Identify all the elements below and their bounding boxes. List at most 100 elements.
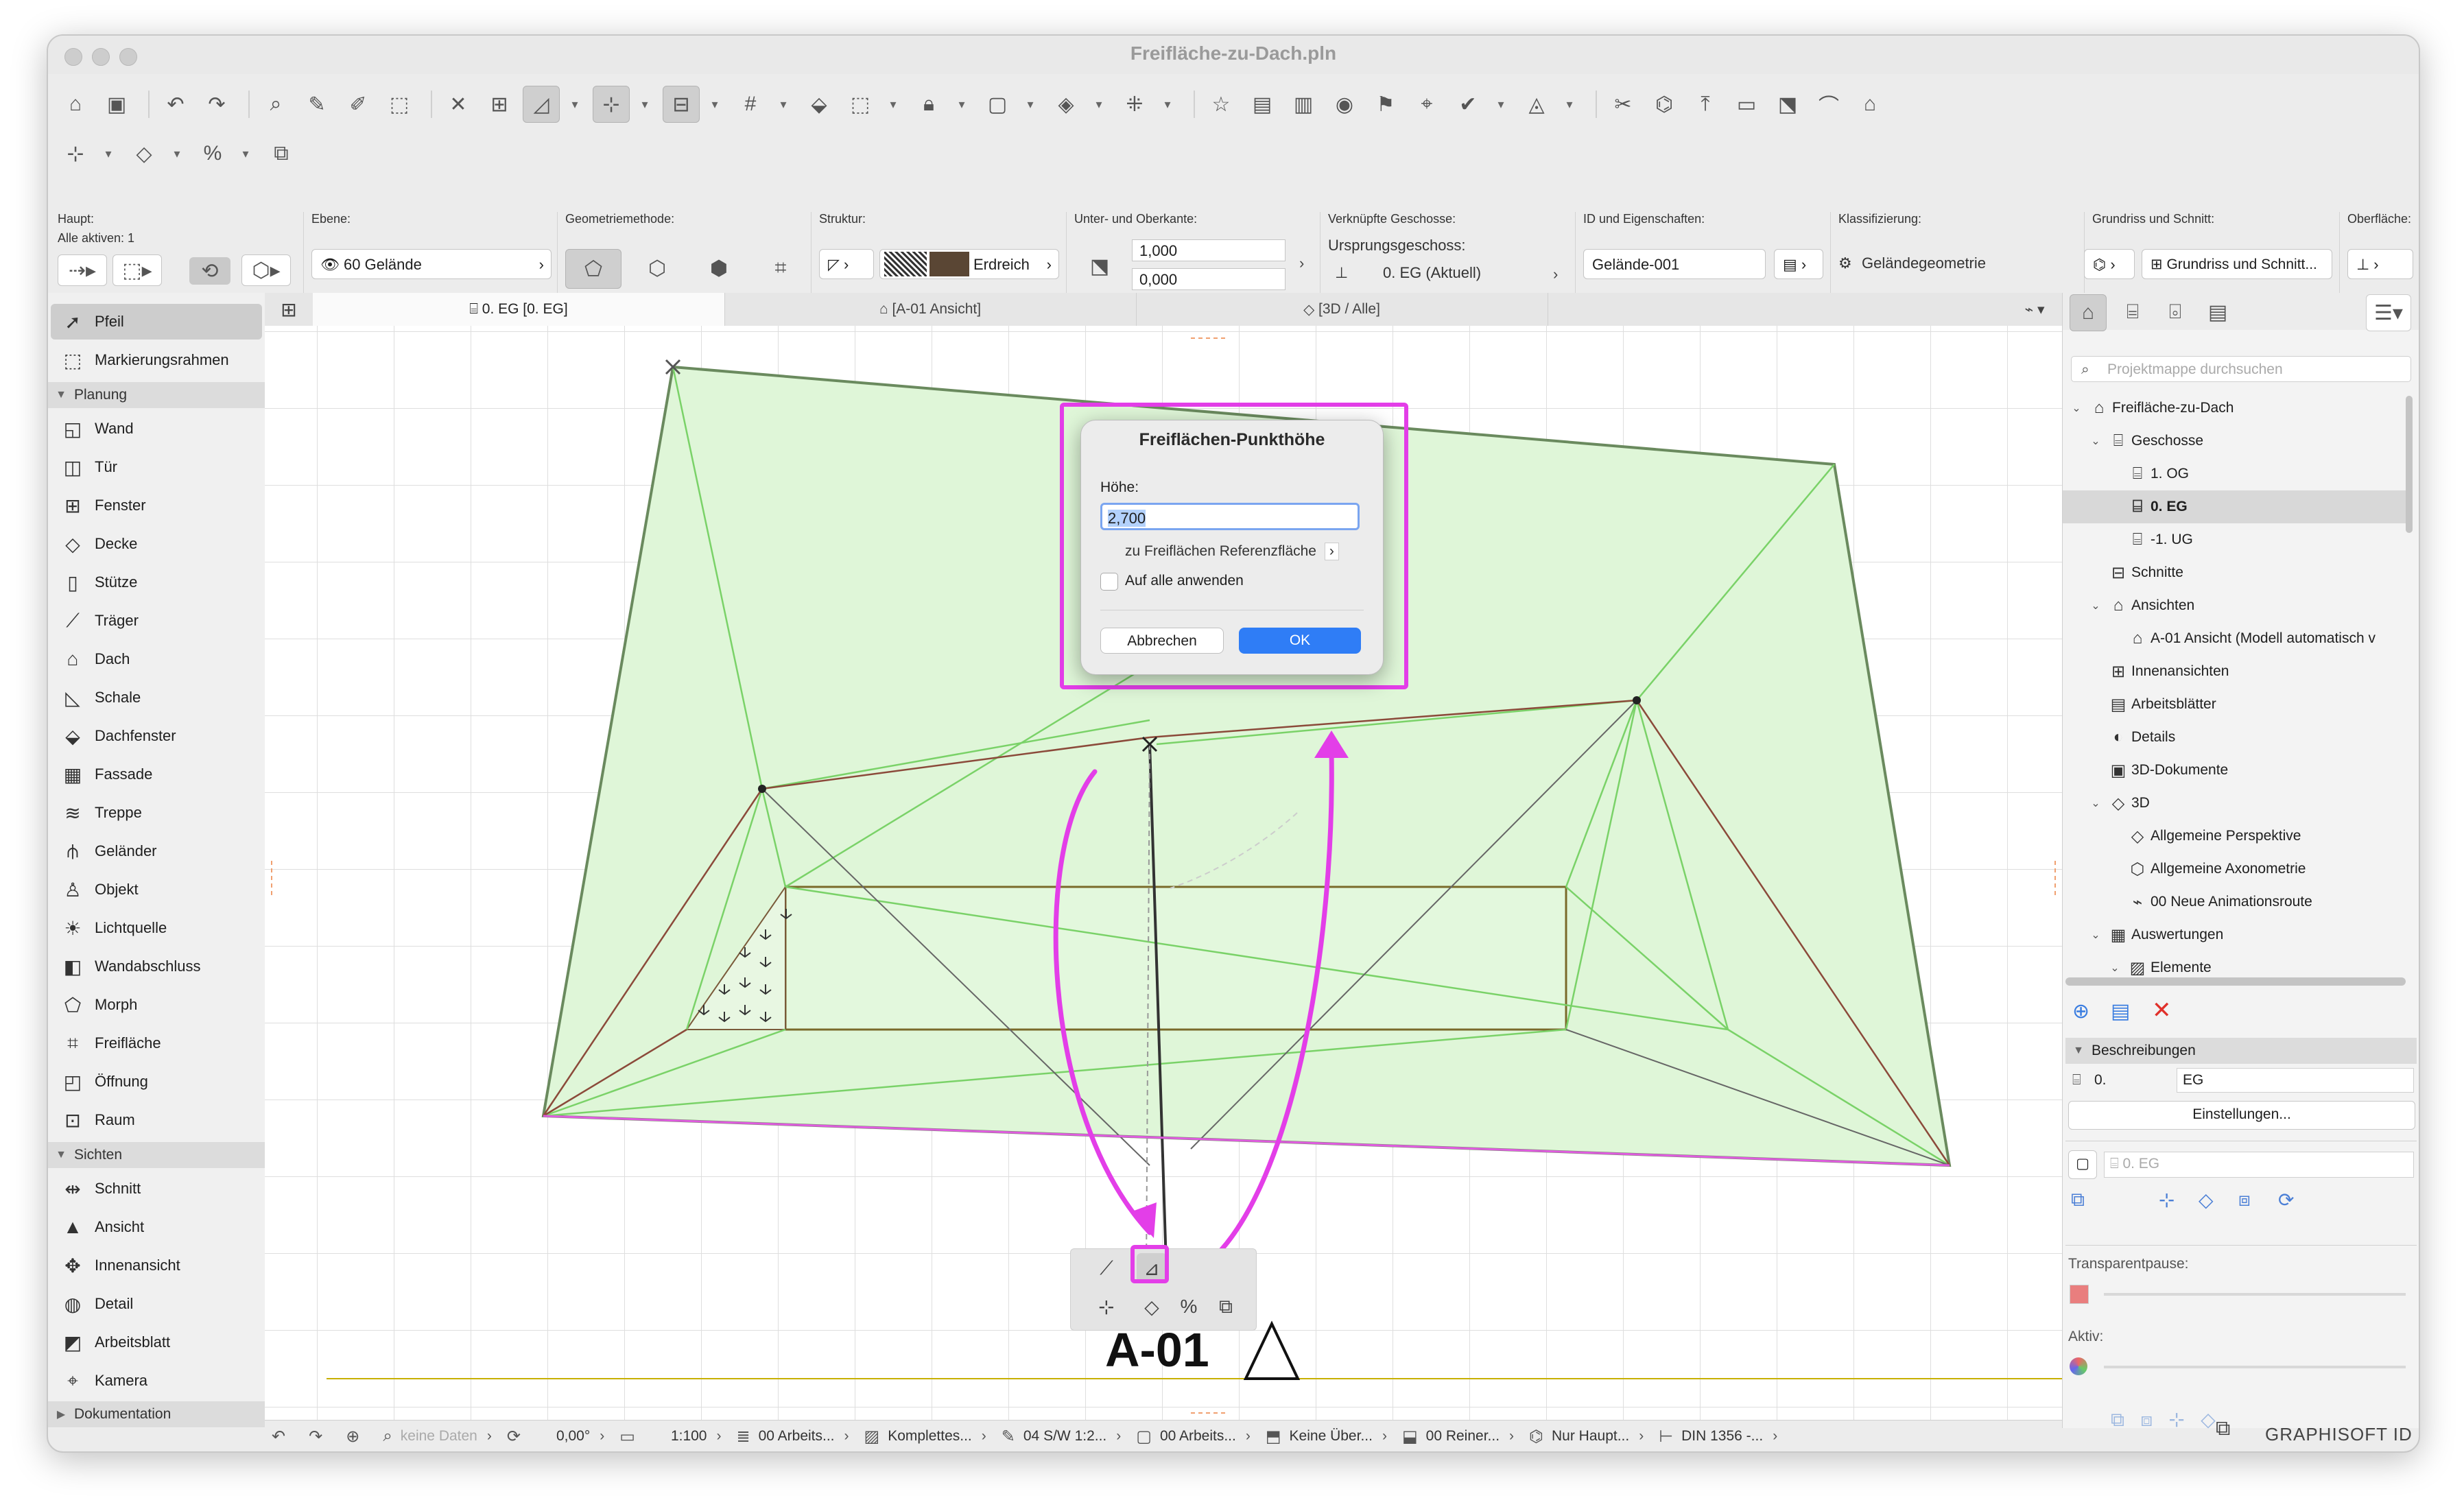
- mesh-node[interactable]: [758, 785, 766, 793]
- scissors-icon[interactable]: ✂: [1605, 86, 1641, 122]
- tool-detail[interactable]: ◍ Detail: [51, 1286, 262, 1322]
- guide-lines-icon[interactable]: ◿: [523, 86, 560, 123]
- redefine-icon[interactable]: ◇: [2199, 1189, 2214, 1211]
- curve-icon[interactable]: ⌒: [1811, 86, 1847, 122]
- tool-wandabschluss[interactable]: ◧ Wandabschluss: [51, 949, 262, 984]
- favorites-icon[interactable]: ☆: [1203, 86, 1239, 122]
- tool-markierungsrahmen[interactable]: ⬚ Markierungsrahmen: [51, 342, 262, 378]
- pick-up-icon[interactable]: ✎: [299, 86, 335, 122]
- chevron-right-icon[interactable]: ›: [1553, 265, 1558, 283]
- geometry-flat-icon[interactable]: ⬠: [565, 249, 621, 289]
- plan-icon[interactable]: ⌬ ›: [2084, 249, 2135, 279]
- elevate-icon[interactable]: ⤒: [1687, 86, 1723, 122]
- layer-combo-control[interactable]: ≣ 00 Arbeits... ›: [722, 1427, 849, 1447]
- transform-icon[interactable]: ⬚: [381, 86, 417, 122]
- plane-icon[interactable]: ⬙: [801, 86, 837, 122]
- fit-icon[interactable]: ⌕: [383, 1427, 392, 1446]
- trace-color-swatch[interactable]: [2070, 1285, 2089, 1304]
- tree-item[interactable]: ⌸ 1. OG: [2063, 458, 2413, 490]
- tool-morph[interactable]: ⬠ Morph: [51, 987, 262, 1023]
- navigator-search-input[interactable]: ⌕ Projektmappe durchsuchen: [2071, 356, 2411, 382]
- tab-menu-icon[interactable]: ⌁ ▾: [2007, 293, 2062, 326]
- structure-display-control[interactable]: ⌬ Nur Haupt... ›: [1514, 1427, 1644, 1447]
- section-planung[interactable]: ▼ Planung: [48, 382, 265, 408]
- workspace-icon[interactable]: ⧉: [2216, 1417, 2230, 1440]
- geometry-mesh-icon[interactable]: ⌗: [753, 249, 808, 287]
- model-view-control[interactable]: ▨ Komplettes... ›: [849, 1427, 986, 1447]
- tree-item[interactable]: ⌄ ⌸ Geschosse: [2063, 425, 2413, 458]
- active-slider[interactable]: [2104, 1366, 2406, 1368]
- move-node-icon[interactable]: ⟋: [1091, 1253, 1122, 1283]
- chevron-down-icon[interactable]: ⌄: [2105, 961, 2124, 975]
- tool-pfeil[interactable]: ➚ Pfeil: [51, 304, 262, 340]
- publisher-icon[interactable]: ▤: [2200, 294, 2236, 330]
- magic-wand-icon[interactable]: ⟲: [189, 257, 230, 285]
- layer-dropdown[interactable]: 👁︎ 60 Gelände ›: [311, 249, 552, 279]
- chevron-down-icon[interactable]: ⌄: [2086, 434, 2105, 448]
- chevron-down-icon[interactable]: ▾: [705, 86, 724, 122]
- copy-icon[interactable]: ⧉: [263, 136, 299, 171]
- chevron-down-icon[interactable]: ▾: [1491, 86, 1511, 122]
- chevron-down-icon[interactable]: ▾: [952, 86, 971, 122]
- trace-tools-icon[interactable]: ⧉ ⧈ ⊹ ◇: [2111, 1408, 2216, 1431]
- zoom-forward-icon[interactable]: ↷: [309, 1427, 322, 1447]
- mesh-type-icon[interactable]: ⬡▸: [241, 254, 291, 286]
- explode-icon[interactable]: ⌬: [1646, 86, 1682, 122]
- tree-item[interactable]: ⌄ ⌂ Freifläche-zu-Dach: [2063, 392, 2413, 425]
- ok-button[interactable]: OK: [1239, 628, 1361, 654]
- tree-item[interactable]: ⌄ ◇ 3D: [2063, 787, 2413, 820]
- snap-icon[interactable]: ✕: [440, 86, 476, 122]
- delete-icon[interactable]: ✕: [2152, 997, 2172, 1024]
- tree-vscrollbar[interactable]: [2406, 396, 2413, 533]
- tool-lichtquelle[interactable]: ☀ Lichtquelle: [51, 910, 262, 946]
- tool-tuer[interactable]: ◫ Tür: [51, 449, 262, 485]
- descriptions-header[interactable]: ▼ Beschreibungen: [2065, 1038, 2417, 1064]
- dimension-control[interactable]: ⊢ DIN 1356 -... ›: [1644, 1427, 1777, 1447]
- mesh-node[interactable]: [1633, 696, 1641, 704]
- angle-control[interactable]: ⟳ 0,00° ›: [492, 1427, 604, 1447]
- chevron-down-icon[interactable]: ▾: [1021, 86, 1040, 122]
- selection-method-icon[interactable]: ⇢▸: [58, 254, 107, 286]
- height-input[interactable]: 2,700: [1100, 503, 1360, 530]
- structure-type-icon[interactable]: ◸ ›: [819, 249, 874, 279]
- home-icon[interactable]: ⌂: [58, 86, 93, 122]
- chevron-down-icon[interactable]: ▾: [635, 86, 654, 122]
- scale-control[interactable]: ▭ 1:100 ›: [604, 1427, 721, 1447]
- tool-fenster[interactable]: ⊞ Fenster: [51, 488, 262, 523]
- fill-icon[interactable]: ◇: [126, 136, 162, 171]
- tool-freiflaeche[interactable]: ⌗ Freifläche: [51, 1025, 262, 1061]
- tree-item[interactable]: ⬡ Allgemeine Axonometrie: [2063, 853, 2413, 886]
- chevron-down-icon[interactable]: ▾: [1158, 86, 1177, 122]
- tree-item[interactable]: ◇ Allgemeine Perspektive: [2063, 820, 2413, 853]
- tool-fassade[interactable]: ▦ Fassade: [51, 757, 262, 792]
- cancel-button[interactable]: Abbrechen: [1100, 628, 1224, 654]
- chevron-down-icon[interactable]: ⌄: [2086, 928, 2105, 942]
- tree-item[interactable]: ⌄ ▦ Auswertungen: [2063, 918, 2413, 951]
- display-order-icon[interactable]: ◈: [1048, 86, 1084, 122]
- layout-book-icon[interactable]: ⌻: [2157, 294, 2193, 330]
- surface-dropdown[interactable]: ⊥ ›: [2347, 249, 2413, 279]
- tool-schnitt[interactable]: ⇹ Schnitt: [51, 1171, 262, 1207]
- tree-item[interactable]: ⌂ A-01 Ansicht (Modell automatisch v: [2063, 622, 2413, 655]
- elevation-marker-label[interactable]: A-01: [1105, 1323, 1209, 1377]
- tree-item[interactable]: ⊞ Innenansichten: [2063, 655, 2413, 688]
- tree-item[interactable]: ▣ 3D-Dokumente: [2063, 754, 2413, 787]
- tool-wand[interactable]: ◱ Wand: [51, 411, 262, 447]
- refresh-icon[interactable]: ⟳: [2278, 1189, 2294, 1211]
- tool-dach[interactable]: ⌂ Dach: [51, 641, 262, 677]
- undo-icon[interactable]: ↶: [158, 86, 193, 122]
- tree-item[interactable]: ⊟ Schnitte: [2063, 556, 2413, 589]
- id-input[interactable]: Gelände-001: [1583, 249, 1766, 279]
- view-control[interactable]: ▢ 00 Arbeits... ›: [1121, 1427, 1251, 1447]
- project-map-icon[interactable]: ⌂: [2070, 294, 2107, 331]
- pen-set-control[interactable]: ✎ 04 S/W 1:2... ›: [986, 1427, 1122, 1447]
- snap-guides-icon[interactable]: ⊹: [593, 86, 630, 123]
- section-sichten[interactable]: ▼ Sichten: [48, 1142, 265, 1168]
- geometry-box-icon[interactable]: ⬢: [691, 249, 746, 287]
- tree-scrollbar[interactable]: [2065, 977, 2406, 986]
- apply-all-checkbox[interactable]: [1100, 573, 1118, 591]
- shape-icon[interactable]: ◬: [1519, 86, 1554, 122]
- tool-decke[interactable]: ◇ Decke: [51, 526, 262, 562]
- tree-item[interactable]: ◐ Details: [2063, 721, 2413, 754]
- group-icon[interactable]: ▢: [980, 86, 1015, 122]
